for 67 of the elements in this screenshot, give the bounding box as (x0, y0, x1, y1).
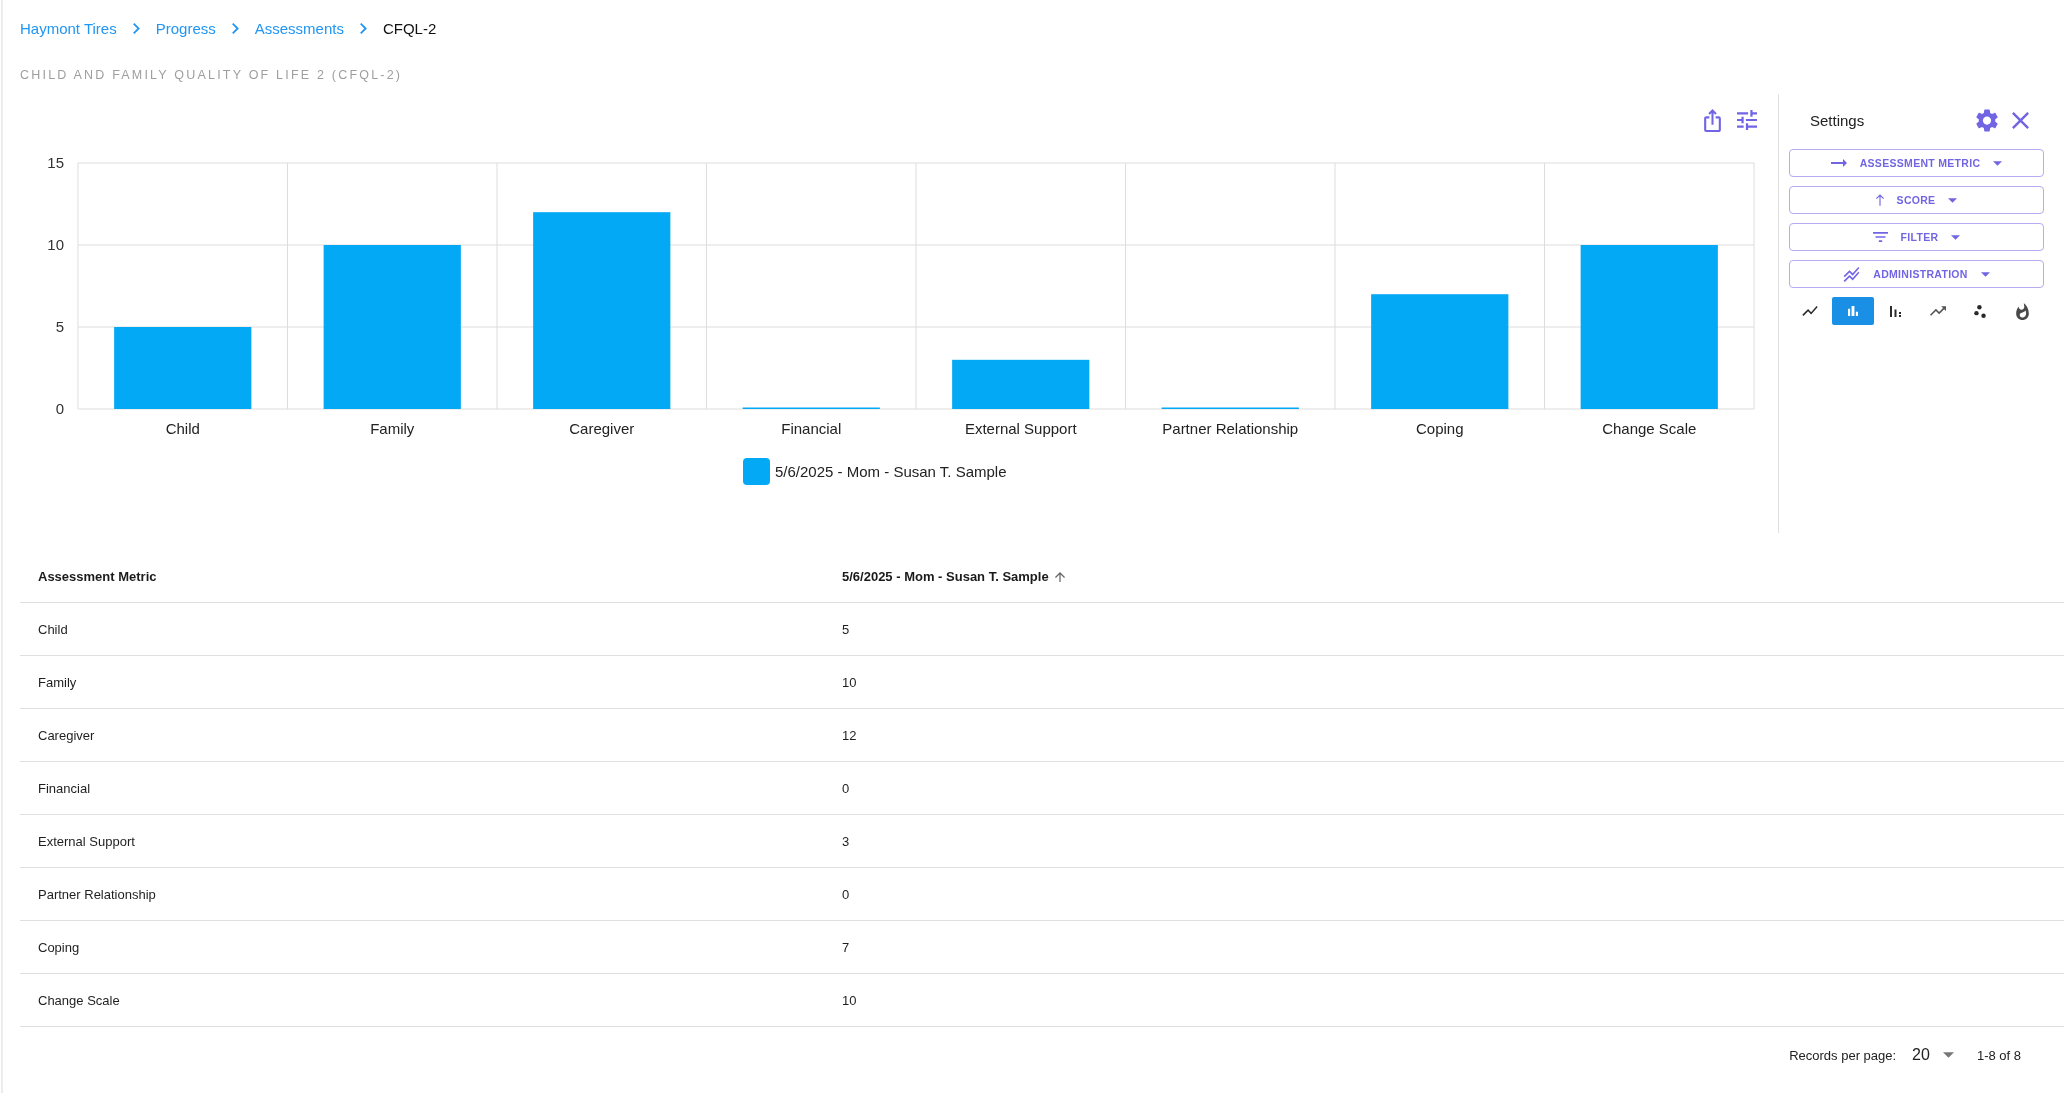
table-cell: Coping (20, 921, 824, 974)
axis-tick-label: 10 (47, 236, 64, 253)
table-cell: 10 (824, 656, 2064, 709)
page-title: CHILD AND FAMILY QUALITY OF LIFE 2 (CFQL-2) (20, 67, 403, 84)
table-cell: 0 (824, 868, 2064, 921)
axis-tick-label: 15 (47, 154, 64, 171)
legend-label: 5/6/2025 - Mom - Susan T. Sample (775, 463, 1007, 480)
table-cell: 5 (824, 603, 2064, 656)
table-cell: 0 (824, 762, 2064, 815)
breadcrumb-link[interactable]: Haymont Tires (20, 19, 117, 37)
double-line-chart-icon (1843, 266, 1861, 282)
table-cell: 7 (824, 921, 2064, 974)
category-label: Financial (781, 420, 842, 437)
table-cell: Change Scale (20, 974, 824, 1027)
dropdown-button[interactable]: SCORE (1789, 186, 2044, 214)
dropdown-button[interactable]: FILTER (1789, 223, 2044, 251)
page-range: 1-8 of 8 (1976, 1047, 2021, 1063)
category-label: Child (165, 420, 200, 437)
table-cell: Caregiver (20, 709, 824, 762)
records-per-page-label: Records per page: (1789, 1047, 1897, 1063)
column-header[interactable]: 5/6/2025 - Mom - Susan T. Sample (824, 551, 2064, 603)
caret-icon (1980, 271, 1990, 277)
settings-icon[interactable] (1976, 108, 1998, 132)
breadcrumb-link[interactable]: Assessments (254, 19, 344, 37)
dropdown-button[interactable]: ADMINISTRATION (1789, 260, 2044, 288)
bar-chart-icon (1847, 306, 1858, 316)
breadcrumb-link[interactable]: Progress (155, 19, 216, 37)
share-icon[interactable] (1704, 108, 1721, 132)
sliders-icon[interactable] (1737, 110, 1757, 130)
chevron-right-icon (132, 22, 140, 34)
settings-title: Settings (1810, 111, 1865, 129)
table-cell: External Support (20, 815, 824, 868)
table-cell: Partner Relationship (20, 868, 824, 921)
table-cell: 12 (824, 709, 2064, 762)
category-label: Partner Relationship (1162, 420, 1299, 437)
chevron-right-icon (231, 22, 239, 34)
table-cell: Child (20, 603, 824, 656)
category-label: Coping (1416, 420, 1464, 437)
trend-arrow-icon (1929, 306, 1946, 316)
grouped-bars-icon (1889, 305, 1901, 317)
filter-icon (1872, 232, 1888, 242)
arrow-up-icon (1875, 194, 1884, 206)
axis-tick-label: 5 (55, 318, 64, 335)
per-page-select[interactable]: 20 (1912, 1046, 1954, 1064)
line-chart-icon (1802, 306, 1819, 316)
close-icon[interactable] (2012, 111, 2029, 129)
table-cell: Financial (20, 762, 824, 815)
caret-icon (1951, 234, 1961, 240)
scatter-dots-icon (1974, 304, 1987, 318)
caret-icon (1942, 1052, 1954, 1058)
axis-tick-label: 0 (55, 400, 64, 417)
category-label: Change Scale (1602, 420, 1697, 437)
sort-arrow-icon (1054, 571, 1065, 582)
column-header[interactable]: Assessment Metric (20, 551, 824, 603)
category-label: Family (370, 420, 415, 437)
table-cell: Family (20, 656, 824, 709)
flame-icon (2016, 302, 2030, 320)
table-cell: 10 (824, 974, 2064, 1027)
chevron-right-icon (359, 22, 367, 34)
category-label: External Support (964, 420, 1077, 437)
category-label: Caregiver (569, 420, 635, 437)
table-cell: 3 (824, 815, 2064, 868)
arrow-right-icon (1830, 159, 1847, 167)
dropdown-button[interactable]: ASSESSMENT METRIC (1789, 149, 2044, 177)
breadcrumb-current: CFQL-2 (382, 19, 437, 37)
caret-icon (1993, 160, 2003, 166)
caret-icon (1948, 197, 1958, 203)
